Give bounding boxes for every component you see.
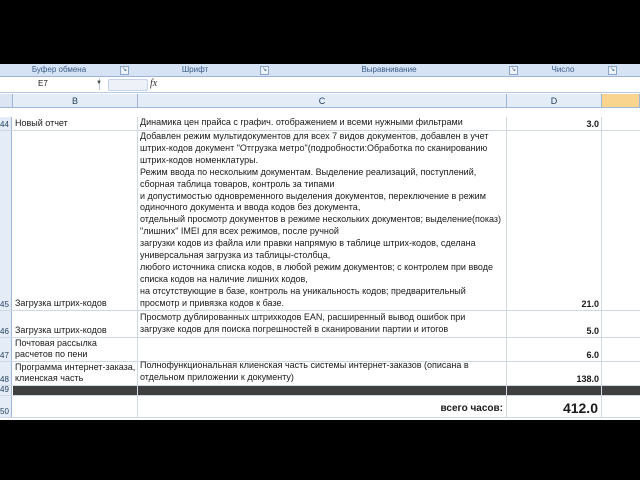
cell-d[interactable]: 138.0 (507, 362, 602, 385)
alignment-launcher-icon[interactable]: ↘ (509, 66, 518, 75)
table-row: 44 Новый отчет Динамика цен прайса с гра… (0, 117, 640, 131)
cell-d[interactable]: 21.0 (507, 131, 602, 310)
cell-b[interactable]: Программа интернет-заказа, клиенская час… (13, 362, 138, 385)
row-header[interactable]: 48 (0, 362, 12, 385)
cell-b[interactable]: Загрузка штрих-кодов (13, 311, 138, 337)
cell-text: Загрузка штрих-кодов (15, 325, 107, 335)
row-number: 48 (0, 375, 9, 384)
row-number: 45 (0, 300, 9, 309)
function-icon[interactable]: fx (150, 78, 157, 89)
table-row: 47 Почтовая рассылка расчетов по пени 6.… (0, 338, 640, 362)
row-header[interactable]: 49 (0, 385, 12, 395)
cell-c[interactable]: Полнофункциональная клиенская часть сист… (138, 360, 507, 385)
font-launcher-icon[interactable]: ↘ (260, 66, 269, 75)
cell-d[interactable] (507, 386, 602, 395)
number-launcher-icon[interactable]: ↘ (608, 66, 617, 75)
table-row: 46 Загрузка штрих-кодов Просмотр дублиро… (0, 311, 640, 338)
cell-d[interactable]: 3.0 (507, 117, 602, 130)
row-number: 50 (0, 407, 9, 416)
column-header-c[interactable]: C (138, 94, 507, 108)
cell-value: 21.0 (581, 299, 599, 309)
cell-b[interactable]: Новый отчет (13, 117, 138, 130)
table-row: 50 всего часов: 412.0 (0, 396, 640, 418)
cell-value: 138.0 (576, 374, 599, 384)
ribbon-group-alignment[interactable]: Выравнивание (271, 64, 507, 76)
ribbon-group-font[interactable]: Шрифт (131, 64, 259, 76)
cell-d[interactable]: 5.0 (507, 311, 602, 337)
column-header-e[interactable] (602, 94, 640, 108)
cell-text: Загрузка штрих-кодов (15, 298, 107, 308)
cell-b[interactable] (13, 396, 138, 417)
cell-d[interactable]: 6.0 (507, 338, 602, 361)
ribbon-group-number[interactable]: Число (520, 64, 606, 76)
chevron-down-icon[interactable]: ▼ (96, 80, 102, 86)
row-number: 44 (0, 120, 9, 129)
spreadsheet-window: Буфер обмена ↘ Шрифт ↘ Выравнивание ↘ Чи… (0, 64, 640, 420)
formula-bar: E7 ▼ fx (0, 77, 640, 93)
row-header[interactable]: 44 (0, 117, 12, 130)
cell-e[interactable] (602, 386, 640, 395)
clipboard-launcher-icon[interactable]: ↘ (120, 66, 129, 75)
column-header-d[interactable]: D (507, 94, 602, 108)
row-header[interactable]: 45 (0, 131, 12, 310)
cell-c[interactable]: Просмотр дублированных штрихкодов EAN, р… (138, 311, 507, 337)
row-header[interactable]: 46 (0, 311, 12, 337)
cell-b[interactable] (13, 386, 138, 395)
row-number: 47 (0, 351, 9, 360)
cell-value: 6.0 (586, 350, 599, 360)
formula-bar-controls (108, 79, 148, 91)
total-label: всего часов: (440, 403, 503, 414)
table-row: 48 Программа интернет-заказа, клиенская … (0, 360, 640, 386)
cell-text: Добавлен режим мультидокументов для всех… (140, 131, 502, 308)
name-box[interactable]: E7 (0, 78, 100, 90)
table-row: 49 (0, 385, 640, 396)
cell-text: Программа интернет-заказа, клиенская час… (15, 362, 136, 383)
cell-text: Почтовая рассылка расчетов по пени (15, 338, 97, 359)
cell-text: Динамика цен прайса с графич. отображени… (140, 117, 463, 128)
row-number: 49 (0, 385, 9, 394)
ribbon-group-clipboard[interactable]: Буфер обмена (0, 64, 118, 76)
total-value: 412.0 (562, 400, 598, 416)
cell-c[interactable] (138, 386, 507, 395)
cell-value: 3.0 (586, 119, 599, 129)
row-number: 46 (0, 327, 9, 336)
cell-value: 5.0 (586, 326, 599, 336)
cell-b[interactable]: Почтовая рассылка расчетов по пени (13, 338, 138, 361)
cell-text: Просмотр дублированных штрихкодов EAN, р… (140, 312, 466, 335)
cell-c[interactable] (138, 338, 507, 361)
cell-text: Новый отчет (15, 118, 68, 128)
ribbon-group-labels: Буфер обмена ↘ Шрифт ↘ Выравнивание ↘ Чи… (0, 64, 640, 77)
cell-b[interactable]: Загрузка штрих-кодов (13, 131, 138, 310)
row-header[interactable]: 50 (0, 396, 12, 417)
cell-text: Полнофункциональная клиенская часть сист… (140, 360, 469, 383)
cell-d[interactable]: 412.0 (507, 396, 602, 417)
row-header[interactable]: 47 (0, 338, 12, 361)
table-row: 45 Загрузка штрих-кодов Добавлен режим м… (0, 131, 640, 311)
column-header-b[interactable]: B (13, 94, 138, 108)
cell-c[interactable]: Добавлен режим мультидокументов для всех… (138, 131, 507, 310)
cell-c[interactable]: Динамика цен прайса с графич. отображени… (138, 117, 507, 130)
select-all-corner[interactable] (0, 94, 13, 108)
cell-c[interactable]: всего часов: (138, 396, 507, 417)
